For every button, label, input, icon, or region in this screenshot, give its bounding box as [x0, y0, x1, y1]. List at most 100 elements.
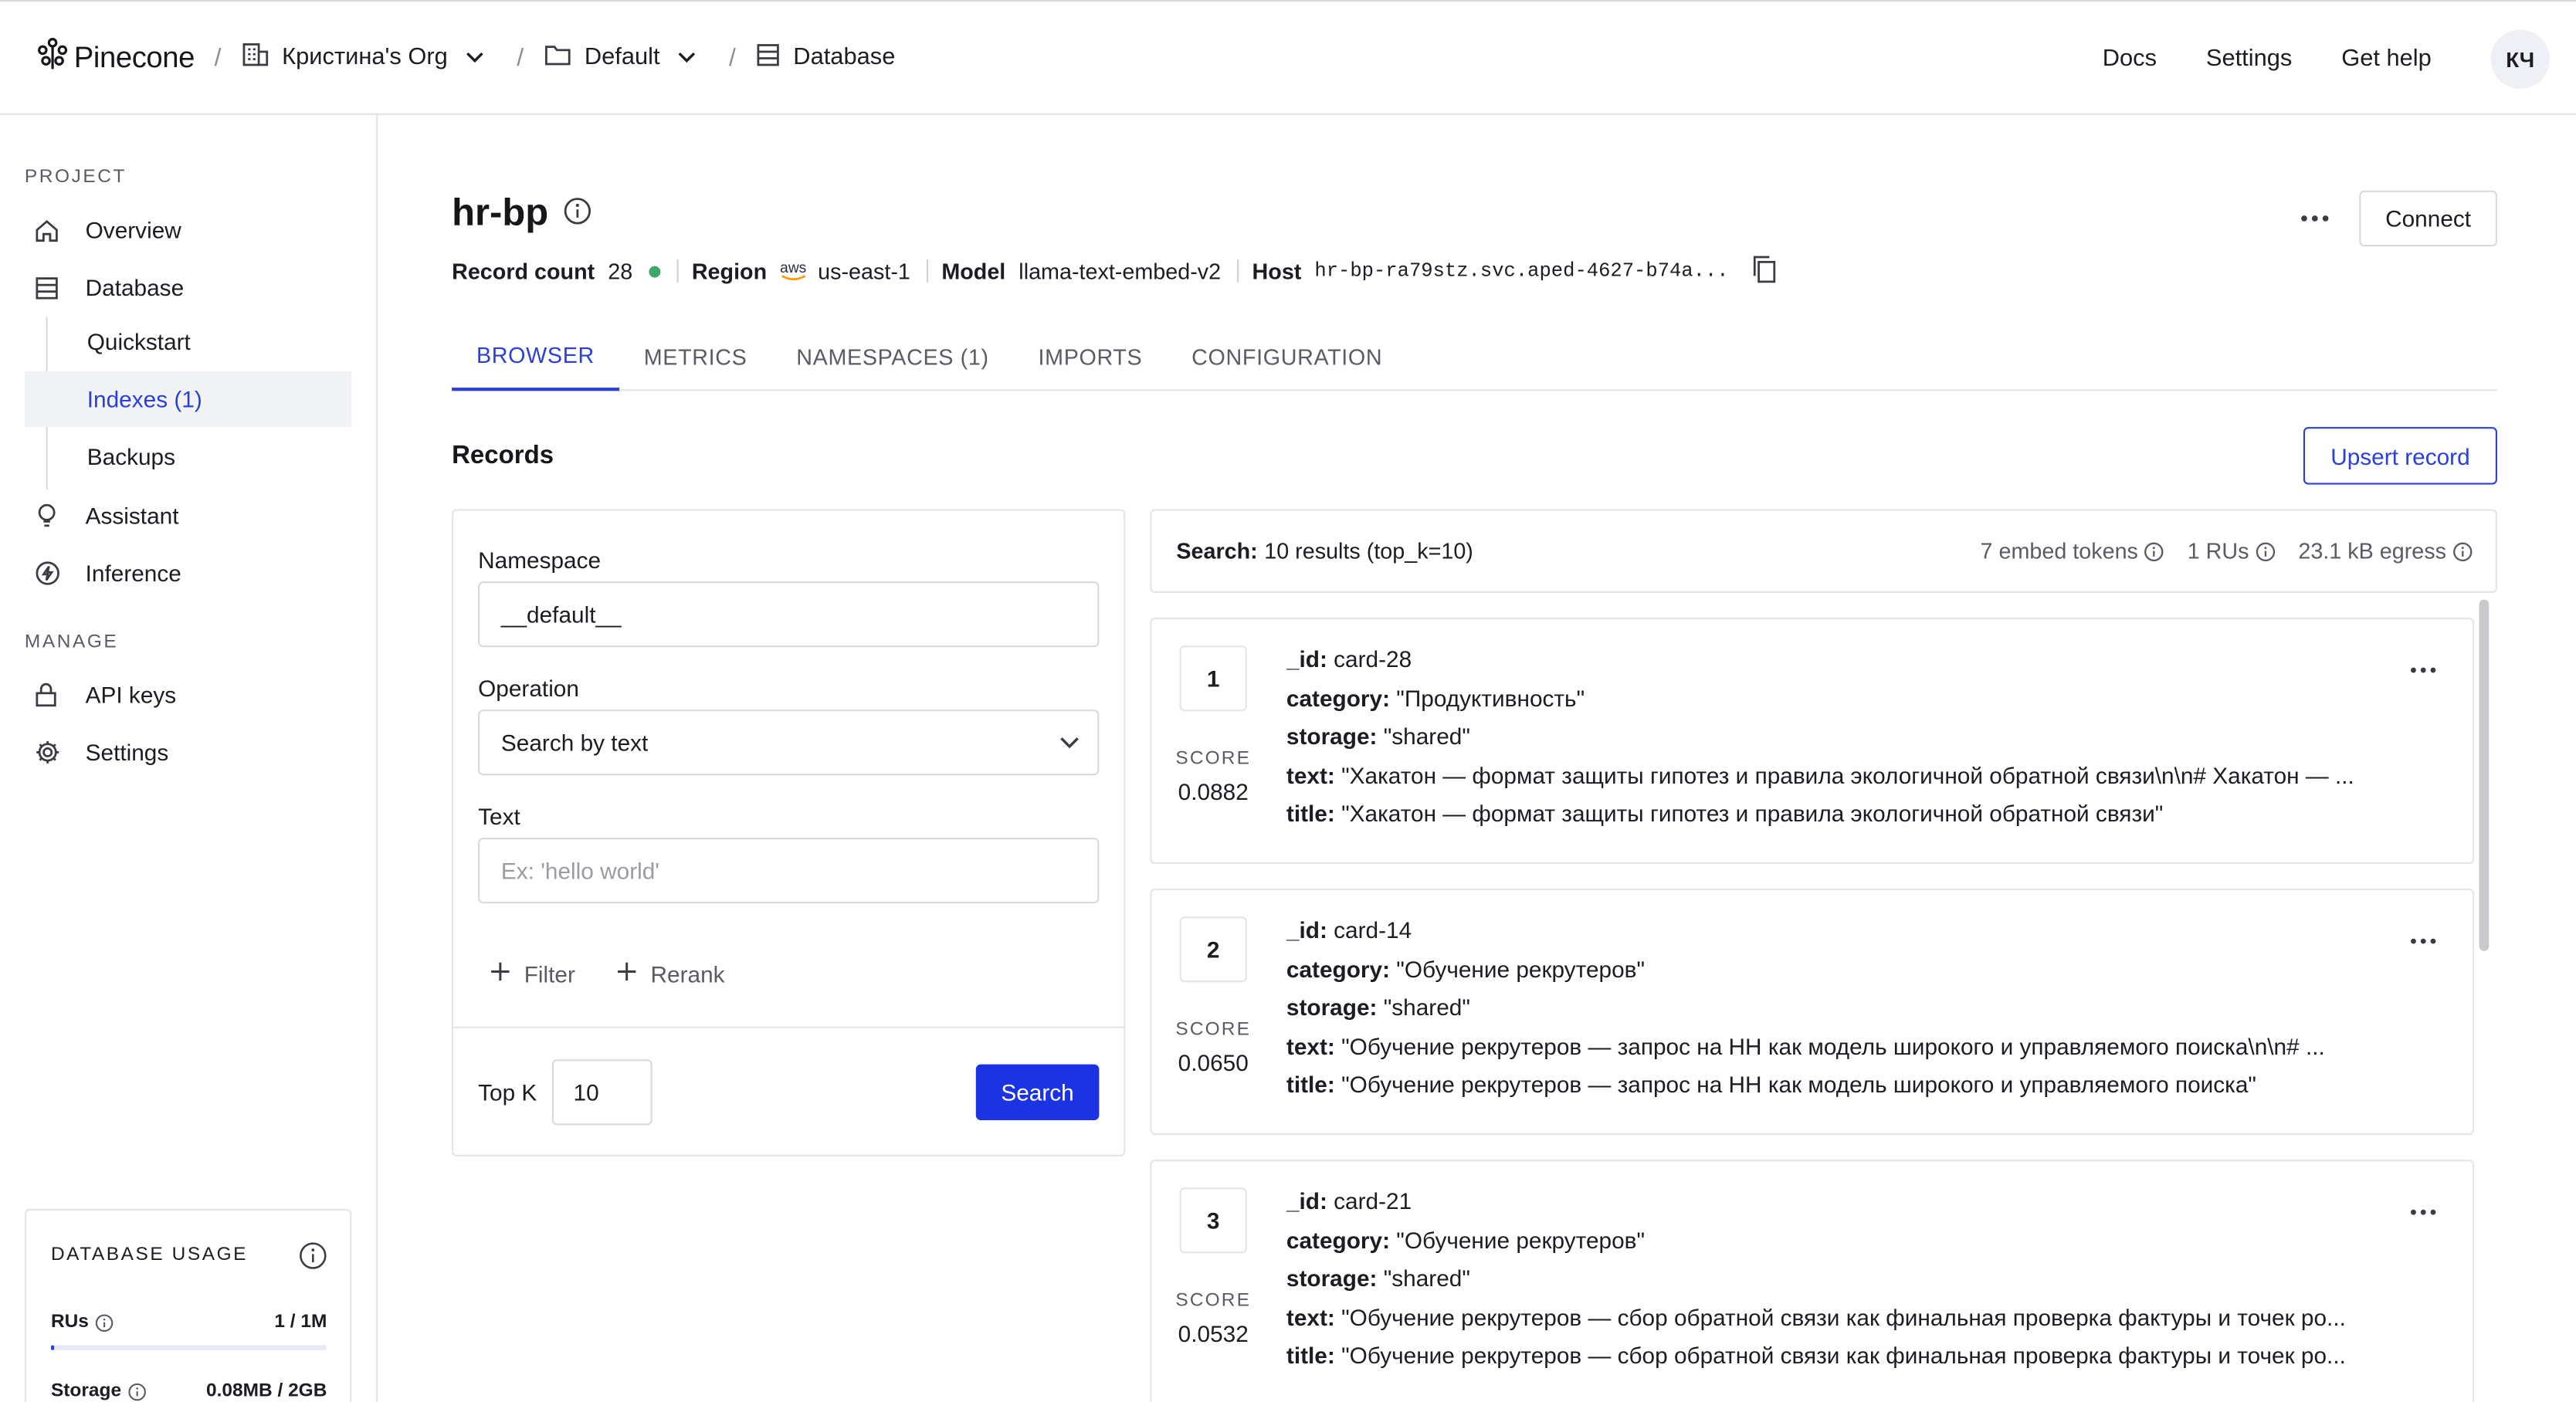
pinecone-logo[interactable]: Pinecone	[36, 36, 195, 80]
breadcrumb-database[interactable]: Database	[755, 42, 895, 73]
sidebar-item-inference[interactable]: Inference	[25, 545, 351, 601]
model-label: Model	[941, 259, 1006, 284]
field-key: text:	[1286, 761, 1335, 788]
sidebar-item-settings[interactable]: Settings	[25, 724, 351, 780]
sidebar-item-api-keys[interactable]: API keys	[25, 667, 351, 723]
score-label: SCORE	[1175, 749, 1252, 769]
divider	[676, 259, 679, 283]
breadcrumb-project[interactable]: Default	[544, 42, 710, 73]
sidebar: PROJECT Overview Database Quickstart Ind…	[0, 114, 378, 1402]
results-panel: Search: 10 results (top_k=10) 7 embed to…	[1150, 509, 2497, 1402]
operation-select[interactable]: Search by text	[478, 709, 1100, 776]
usage-storage-value: 0.08MB / 2GB	[206, 1381, 327, 1401]
score-label: SCORE	[1175, 1291, 1252, 1311]
user-avatar[interactable]: КЧ	[2490, 29, 2551, 89]
score-value: 0.0882	[1178, 778, 1249, 805]
database-icon	[755, 42, 793, 73]
field-category: category: "Обучение рекрутеров"	[1286, 955, 2371, 994]
top-nav: Docs Settings Get help КЧ	[2103, 2, 2576, 117]
info-icon	[2453, 541, 2473, 561]
egress-text: 23.1 kB egress	[2298, 538, 2446, 564]
plus-icon	[616, 961, 651, 987]
sidebar-item-label: Overview	[85, 216, 181, 243]
tab-namespaces[interactable]: NAMESPACES (1)	[771, 322, 1013, 391]
more-options-icon[interactable]	[2410, 652, 2436, 682]
index-title: hr-bp	[452, 191, 591, 235]
aws-logo-icon: aws	[780, 259, 806, 282]
sidebar-item-assistant[interactable]: Assistant	[25, 488, 351, 544]
field-key: category:	[1286, 955, 1391, 982]
usage-storage-name: Storage	[51, 1381, 146, 1401]
record-count-value: 28	[608, 259, 633, 284]
add-filter-button[interactable]: Filter	[490, 961, 575, 987]
result-fields: _id: card-21 category: "Обучение рекруте…	[1286, 1187, 2371, 1380]
upsert-record-button[interactable]: Upsert record	[2303, 427, 2497, 485]
info-icon	[128, 1382, 146, 1400]
field-key: title:	[1286, 1071, 1335, 1098]
info-icon	[2144, 541, 2164, 561]
logo-text: Pinecone	[73, 40, 195, 73]
egress-stat: 23.1 kB egress	[2298, 539, 2473, 564]
sidebar-item-label: Settings	[85, 739, 169, 766]
field-value: "Обучение рекрутеров"	[1396, 955, 1646, 982]
result-card: 2 SCORE 0.0650 _id: card-14 category: "О…	[1150, 889, 2475, 1136]
field-key: title:	[1286, 1342, 1335, 1369]
tab-imports[interactable]: IMPORTS	[1014, 322, 1168, 391]
usage-storage-row: Storage 0.08MB / 2GB	[51, 1381, 327, 1401]
breadcrumb-separator: /	[517, 43, 524, 72]
model-value: llama-text-embed-v2	[1019, 259, 1222, 284]
embed-tokens-stat: 7 embed tokens	[1981, 539, 2164, 564]
field-id: _id: card-21	[1286, 1187, 2371, 1226]
sidebar-item-quickstart[interactable]: Quickstart	[25, 313, 351, 369]
connect-button[interactable]: Connect	[2359, 190, 2497, 247]
search-form: Namespace __default__ Operation Search b…	[452, 509, 1126, 1156]
text-input[interactable]: Ex: 'hello world'	[478, 838, 1100, 904]
breadcrumb-project-label: Default	[584, 44, 660, 71]
more-options-icon[interactable]	[2410, 1194, 2436, 1224]
info-icon	[95, 1313, 114, 1331]
sidebar-item-indexes[interactable]: Indexes (1)	[24, 371, 352, 428]
usage-rus-label: RUs	[50, 1312, 89, 1333]
more-options-icon[interactable]	[2300, 201, 2330, 230]
tab-configuration[interactable]: CONFIGURATION	[1167, 322, 1407, 391]
usage-rus-name: RUs	[50, 1312, 114, 1333]
divider	[927, 259, 929, 283]
sidebar-item-label: Inference	[85, 560, 181, 587]
more-options-icon[interactable]	[2410, 923, 2436, 953]
add-rerank-button[interactable]: Rerank	[616, 961, 725, 987]
breadcrumb-separator: /	[728, 43, 736, 72]
sidebar-item-database[interactable]: Database	[25, 259, 351, 315]
field-text: text: "Обучение рекрутеров — сбор обратн…	[1286, 1303, 2371, 1342]
field-key: category:	[1286, 684, 1391, 711]
field-value: "Обучение рекрутеров — сбор обратной свя…	[1341, 1342, 2346, 1369]
field-value: "Хакатон — формат защиты гипотез и прави…	[1341, 761, 2354, 788]
tab-browser[interactable]: BROWSER	[452, 322, 619, 391]
topk-label: Top K	[478, 1079, 537, 1106]
index-meta: Record count 28 Region aws us-east-1 Mod…	[452, 254, 1778, 289]
field-storage: storage: "shared"	[1286, 994, 2371, 1032]
info-icon	[2256, 541, 2276, 561]
info-icon[interactable]	[548, 191, 591, 235]
docs-link[interactable]: Docs	[2103, 46, 2157, 73]
pinecone-logo-icon	[36, 36, 69, 80]
field-key: storage:	[1286, 723, 1378, 750]
field-key: text:	[1286, 1032, 1335, 1059]
breadcrumb-org[interactable]: Кристина's Org	[241, 41, 497, 74]
field-value: "shared"	[1383, 994, 1470, 1021]
get-help-link[interactable]: Get help	[2341, 46, 2432, 73]
breadcrumb-separator: /	[214, 43, 222, 72]
info-icon[interactable]	[299, 1241, 327, 1278]
result-fields: _id: card-28 category: "Продуктивность" …	[1286, 645, 2371, 838]
score-label: SCORE	[1175, 1020, 1252, 1040]
search-button[interactable]: Search	[975, 1064, 1100, 1121]
lightbulb-icon	[35, 503, 79, 529]
tab-metrics[interactable]: METRICS	[619, 322, 772, 391]
topk-input[interactable]: 10	[551, 1059, 652, 1126]
index-tabs: BROWSER METRICS NAMESPACES (1) IMPORTS C…	[452, 322, 2497, 391]
namespace-input[interactable]: __default__	[478, 581, 1100, 648]
sidebar-item-overview[interactable]: Overview	[25, 202, 351, 258]
settings-link[interactable]: Settings	[2206, 46, 2292, 73]
results-scrollbar[interactable]	[2479, 599, 2490, 951]
sidebar-item-backups[interactable]: Backups	[25, 428, 351, 484]
copy-icon[interactable]	[1751, 254, 1778, 289]
